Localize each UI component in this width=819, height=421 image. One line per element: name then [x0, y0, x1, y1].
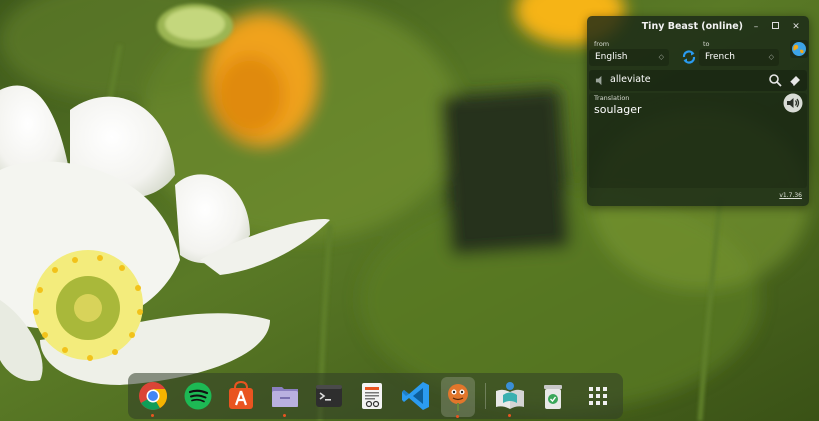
- translation-text[interactable]: soulager: [594, 103, 642, 116]
- speaker-icon[interactable]: [783, 93, 803, 113]
- dock-app-vscode[interactable]: [399, 379, 433, 413]
- close-button[interactable]: ✕: [789, 20, 803, 34]
- minimize-button[interactable]: –: [749, 20, 763, 34]
- translator-window: Tiny Beast (online) – ✕ from to English …: [587, 16, 809, 206]
- trash-icon: [544, 385, 562, 409]
- text-editor-icon: [362, 383, 382, 409]
- app-store-icon: [229, 380, 253, 409]
- speaker-icon[interactable]: [595, 75, 606, 86]
- chrome-icon: [139, 382, 167, 410]
- window-title: Tiny Beast (online): [641, 21, 743, 32]
- dock-app-files[interactable]: [268, 379, 302, 417]
- dock-separator: [485, 383, 486, 409]
- source-text-input[interactable]: alleviate: [589, 70, 807, 91]
- maximize-button[interactable]: [768, 20, 782, 34]
- files-icon: [272, 387, 298, 407]
- chevron-down-icon: ◇: [768, 53, 774, 61]
- dock-app-trash[interactable]: [536, 379, 570, 413]
- app-grid-icon: [589, 387, 607, 405]
- eraser-icon[interactable]: [788, 73, 802, 87]
- dock: [128, 373, 623, 419]
- dock-app-tiny-beast[interactable]: [441, 377, 475, 418]
- target-language-select[interactable]: French ◇: [699, 49, 779, 66]
- version-link[interactable]: v1.7.36: [779, 192, 802, 199]
- maximize-icon: [771, 22, 779, 29]
- source-language-value: English: [595, 52, 628, 62]
- target-language-value: French: [705, 52, 735, 62]
- source-text-value: alleviate: [610, 74, 651, 85]
- vscode-icon: [402, 382, 429, 410]
- to-label: to: [703, 40, 710, 48]
- globe-icon[interactable]: [790, 40, 808, 58]
- running-indicator: [151, 414, 154, 417]
- title-bar[interactable]: Tiny Beast (online) – ✕: [587, 16, 809, 38]
- from-label: from: [594, 40, 610, 48]
- translation-panel: Translation soulager: [589, 93, 807, 188]
- swap-languages-icon[interactable]: [681, 49, 697, 65]
- dock-app-app-center[interactable]: [224, 379, 258, 413]
- terminal-icon: [316, 385, 342, 407]
- dock-app-spotify[interactable]: [181, 379, 215, 413]
- dock-app-chrome[interactable]: [136, 379, 170, 417]
- running-indicator: [456, 415, 459, 418]
- chevron-down-icon: ◇: [658, 53, 664, 61]
- running-indicator: [508, 414, 511, 417]
- translation-label: Translation: [594, 94, 630, 102]
- tiny-beast-icon: [448, 384, 468, 411]
- dock-show-applications[interactable]: [581, 379, 615, 413]
- search-icon[interactable]: [768, 73, 782, 87]
- dock-app-dictionary[interactable]: [493, 379, 527, 417]
- running-indicator: [283, 414, 286, 417]
- book-reader-icon: [496, 382, 524, 409]
- dock-app-terminal[interactable]: [312, 379, 346, 413]
- dock-app-text-editor[interactable]: [355, 379, 389, 413]
- source-language-select[interactable]: English ◇: [589, 49, 669, 66]
- spotify-icon: [184, 382, 212, 410]
